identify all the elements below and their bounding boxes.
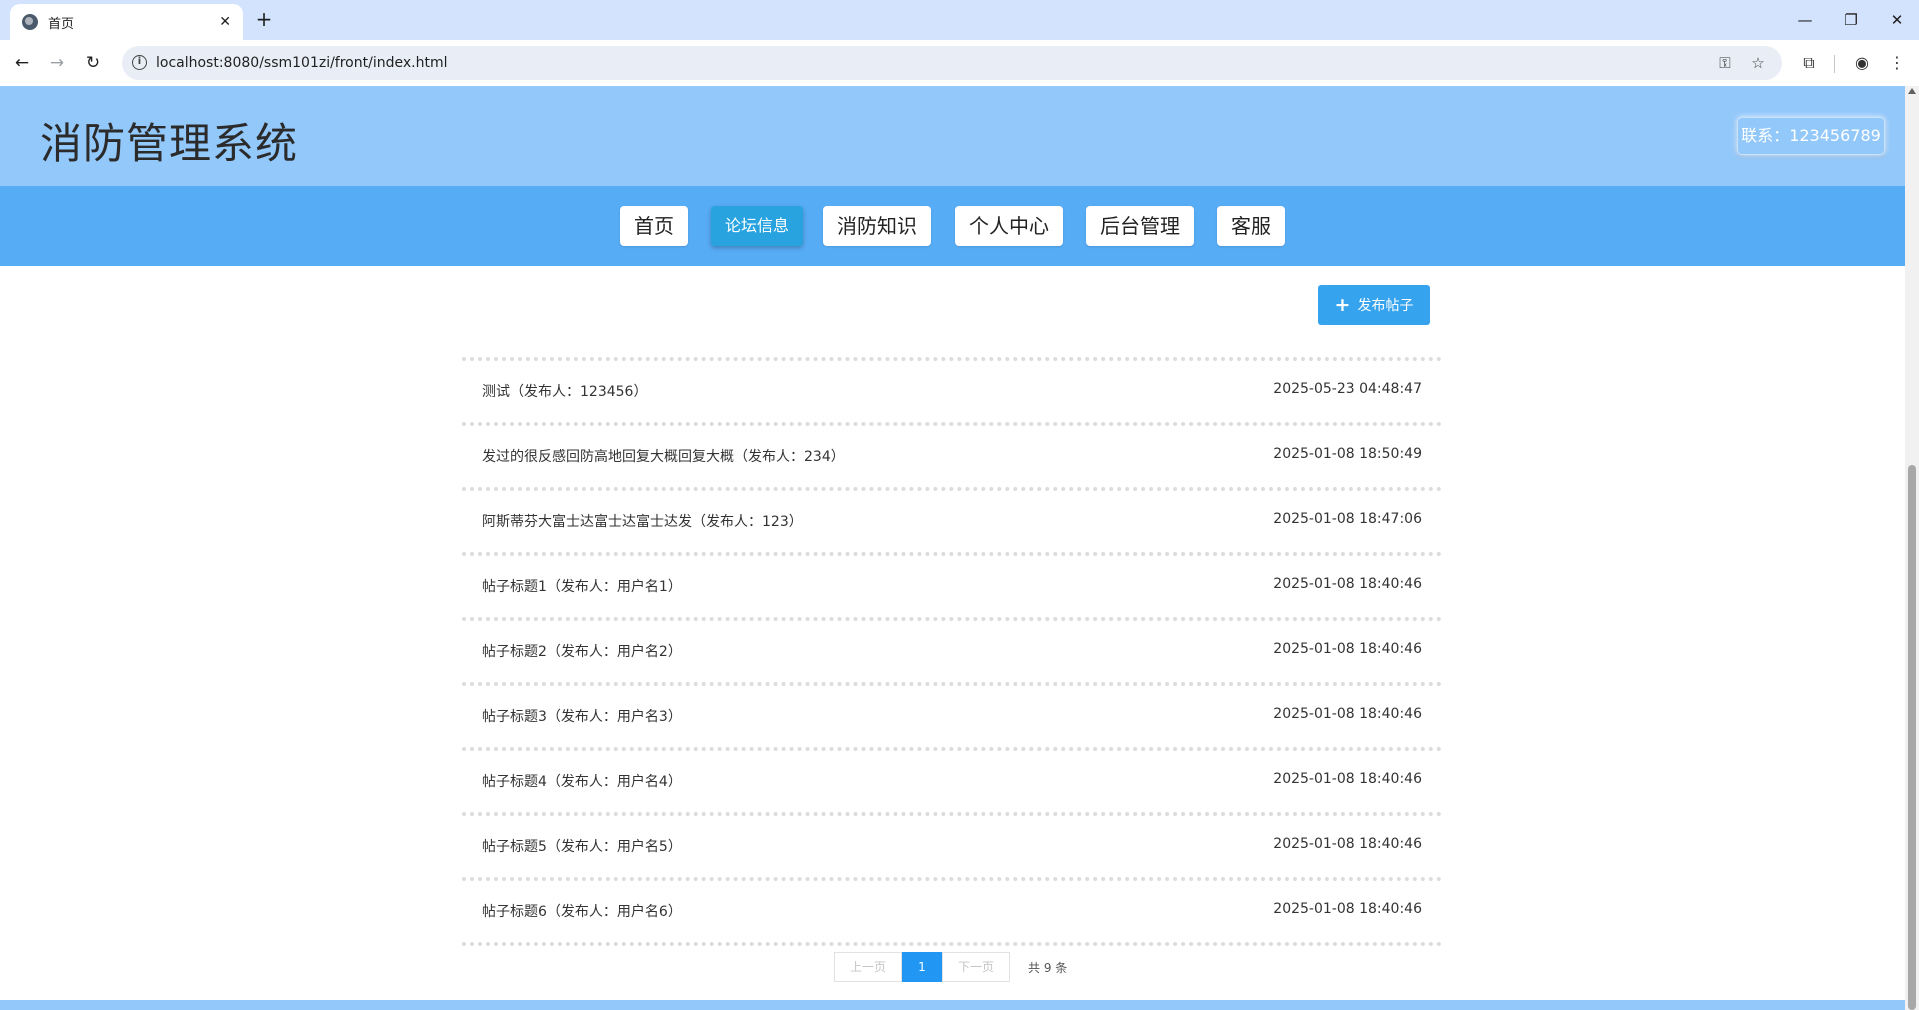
post-row[interactable]: 帖子标题5（发布人：用户名5） 2025-01-08 18:40:46: [462, 812, 1442, 877]
post-title[interactable]: 测试（发布人：123456）: [482, 381, 647, 401]
close-tab-icon[interactable]: ✕: [219, 14, 231, 30]
browser-tab[interactable]: 首页 ✕: [10, 4, 243, 40]
nav-fire-knowledge[interactable]: 消防知识: [823, 206, 931, 246]
reload-icon[interactable]: ↻: [80, 50, 106, 76]
nav-customer-service[interactable]: 客服: [1217, 206, 1285, 246]
post-row[interactable]: 帖子标题1（发布人：用户名1） 2025-01-08 18:40:46: [462, 552, 1442, 617]
password-key-icon[interactable]: ⚿: [1714, 52, 1736, 74]
nav-admin[interactable]: 后台管理: [1086, 206, 1194, 246]
list-divider: [462, 942, 1442, 946]
post-row[interactable]: 帖子标题3（发布人：用户名3） 2025-01-08 18:40:46: [462, 682, 1442, 747]
menu-dots-icon[interactable]: ⋮: [1884, 50, 1910, 76]
nav-home[interactable]: 首页: [620, 206, 688, 246]
post-row[interactable]: 帖子标题4（发布人：用户名4） 2025-01-08 18:40:46: [462, 747, 1442, 812]
back-arrow-icon[interactable]: ←: [9, 50, 35, 76]
nav-personal-center[interactable]: 个人中心: [955, 206, 1063, 246]
minimize-button[interactable]: —: [1790, 8, 1820, 32]
page-scrollbar[interactable]: [1905, 86, 1919, 1010]
post-row[interactable]: 发过的很反感回防高地回复大概回复大概（发布人：234） 2025-01-08 1…: [462, 422, 1442, 487]
site-header: 消防管理系统 联系：123456789: [0, 86, 1905, 186]
post-row[interactable]: 测试（发布人：123456） 2025-05-23 04:48:47: [462, 357, 1442, 422]
scrollbar-thumb[interactable]: [1908, 465, 1916, 1010]
post-title[interactable]: 帖子标题5（发布人：用户名5）: [482, 836, 682, 856]
footer: [0, 1000, 1905, 1010]
site-title: 消防管理系统: [40, 119, 299, 168]
publish-post-button[interactable]: + 发布帖子: [1318, 285, 1430, 325]
contact-badge: 联系：123456789: [1737, 117, 1885, 155]
restore-button[interactable]: ❐: [1836, 8, 1866, 32]
post-time: 2025-01-08 18:47:06: [1273, 511, 1422, 527]
post-row[interactable]: 帖子标题6（发布人：用户名6） 2025-01-08 18:40:46: [462, 877, 1442, 942]
browser-tab-strip: 首页 ✕ + — ❐ ✕: [0, 0, 1919, 40]
current-page-button[interactable]: 1: [902, 952, 942, 982]
post-title[interactable]: 帖子标题6（发布人：用户名6）: [482, 901, 682, 921]
post-time: 2025-01-08 18:40:46: [1273, 706, 1422, 722]
post-time: 2025-01-08 18:40:46: [1273, 901, 1422, 917]
post-time: 2025-01-08 18:40:46: [1273, 641, 1422, 657]
site-info-icon[interactable]: i: [132, 55, 147, 70]
nav-forum[interactable]: 论坛信息: [711, 206, 803, 246]
post-time: 2025-01-08 18:40:46: [1273, 836, 1422, 852]
post-title[interactable]: 发过的很反感回防高地回复大概回复大概（发布人：234）: [482, 446, 845, 466]
post-title[interactable]: 帖子标题2（发布人：用户名2）: [482, 641, 682, 661]
forward-arrow-icon[interactable]: →: [44, 50, 70, 76]
next-page-button[interactable]: 下一页: [942, 952, 1010, 982]
globe-icon: [22, 14, 38, 30]
toolbar-divider: [1834, 55, 1835, 73]
prev-page-button[interactable]: 上一页: [834, 952, 902, 982]
url-text[interactable]: localhost:8080/ssm101zi/front/index.html: [156, 55, 447, 71]
close-window-button[interactable]: ✕: [1882, 8, 1912, 32]
tab-title: 首页: [48, 16, 75, 32]
address-bar[interactable]: i localhost:8080/ssm101zi/front/index.ht…: [122, 46, 1782, 80]
scroll-up-arrow-icon[interactable]: [1908, 88, 1916, 94]
publish-post-label: 发布帖子: [1357, 298, 1414, 314]
post-title[interactable]: 阿斯蒂芬大富士达富士达富士达发（发布人：123）: [482, 511, 803, 531]
post-time: 2025-01-08 18:40:46: [1273, 576, 1422, 592]
new-tab-button[interactable]: +: [252, 8, 276, 32]
main-nav: 首页 论坛信息 消防知识 个人中心 后台管理 客服: [0, 186, 1905, 266]
post-title[interactable]: 帖子标题3（发布人：用户名3）: [482, 706, 682, 726]
browser-toolbar: ← → ↻ i localhost:8080/ssm101zi/front/in…: [0, 40, 1919, 86]
post-title[interactable]: 帖子标题1（发布人：用户名1）: [482, 576, 682, 596]
post-row[interactable]: 帖子标题2（发布人：用户名2） 2025-01-08 18:40:46: [462, 617, 1442, 682]
plus-icon: +: [1334, 294, 1351, 316]
post-time: 2025-05-23 04:48:47: [1273, 381, 1422, 397]
profile-avatar-icon[interactable]: ◉: [1849, 50, 1875, 76]
post-time: 2025-01-08 18:40:46: [1273, 771, 1422, 787]
tab-search-icon[interactable]: ⧉: [1796, 50, 1822, 76]
page-viewport: 消防管理系统 联系：123456789 首页 论坛信息 消防知识 个人中心 后台…: [0, 86, 1905, 1010]
pagination: 上一页 1 下一页 共 9 条: [834, 952, 1067, 982]
post-title[interactable]: 帖子标题4（发布人：用户名4）: [482, 771, 682, 791]
post-row[interactable]: 阿斯蒂芬大富士达富士达富士达发（发布人：123） 2025-01-08 18:4…: [462, 487, 1442, 552]
post-list: 测试（发布人：123456） 2025-05-23 04:48:47 发过的很反…: [462, 357, 1442, 946]
total-count: 共 9 条: [1028, 960, 1068, 975]
bookmark-star-icon[interactable]: ☆: [1747, 52, 1769, 74]
post-time: 2025-01-08 18:50:49: [1273, 446, 1422, 462]
